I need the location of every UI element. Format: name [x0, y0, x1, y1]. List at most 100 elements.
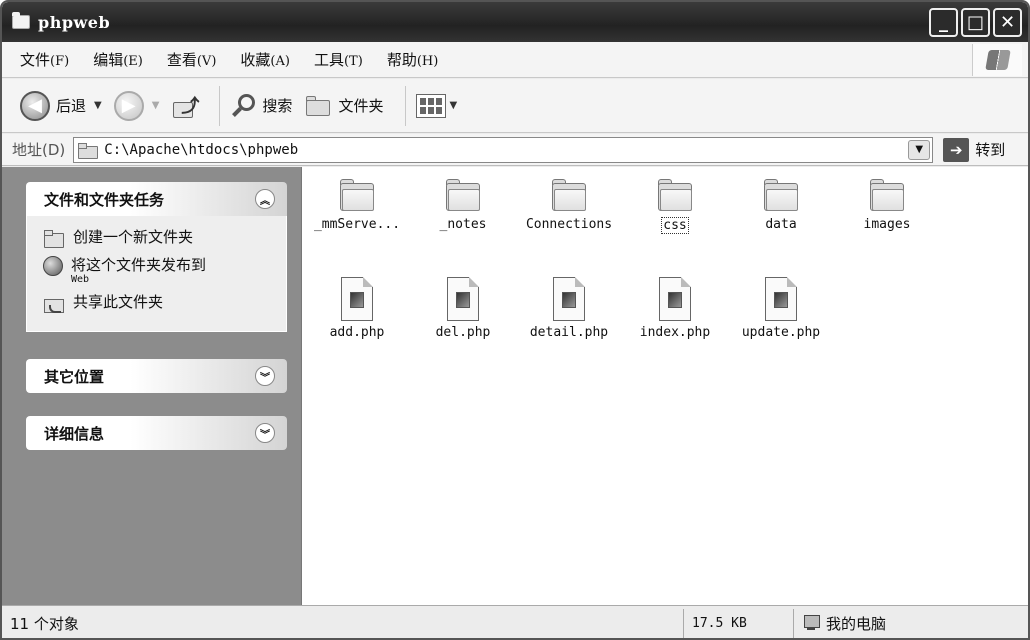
task-sub-label: Web	[71, 274, 90, 285]
address-input[interactable]: C:\Apache\htdocs\phpweb ▼	[73, 136, 934, 163]
status-count: 11 个对象	[2, 608, 684, 638]
toolbar-separator	[219, 85, 221, 126]
file-item[interactable]: _mmServe...	[304, 179, 410, 232]
folder-up-icon: ⤴	[171, 92, 199, 120]
new-folder-icon	[43, 228, 65, 248]
file-name: index.php	[639, 325, 711, 340]
panel-title: 其它位置	[44, 367, 105, 386]
folder-icon	[656, 179, 694, 213]
views-icon	[416, 93, 447, 118]
go-label: 转到	[975, 141, 1006, 159]
panel-body: 创建一个新文件夹 将这个文件夹发布到 Web 共享此文件夹	[26, 216, 287, 332]
up-button[interactable]: ⤴	[171, 92, 199, 120]
status-bar: 11 个对象 17.5 KB 我的电脑	[2, 605, 1028, 638]
window-title: phpweb	[38, 12, 111, 32]
address-dropdown-icon[interactable]: ▼	[908, 139, 931, 160]
folder-icon	[12, 12, 30, 29]
address-label: 地址(D)	[12, 141, 66, 159]
file-name: data	[765, 217, 797, 232]
address-path: C:\Apache\htdocs\phpweb	[104, 141, 299, 158]
expand-chevron-icon[interactable]: ︾	[255, 423, 275, 443]
folder-icon	[444, 179, 482, 213]
search-button[interactable]: 搜索	[230, 92, 292, 120]
other-places-panel: 其它位置 ︾	[26, 359, 287, 393]
task-new-folder[interactable]: 创建一个新文件夹	[43, 226, 286, 248]
file-item[interactable]: del.php	[410, 277, 516, 340]
status-size: 17.5 KB	[684, 608, 794, 638]
file-item[interactable]: data	[728, 179, 834, 232]
php-file-icon	[659, 277, 691, 321]
menu-edit[interactable]: 编辑(E)	[93, 49, 143, 70]
folder-icon	[550, 179, 588, 213]
file-item[interactable]: add.php	[304, 277, 410, 340]
file-item[interactable]: _notes	[410, 179, 516, 232]
back-dropdown-icon[interactable]: ▼	[94, 100, 102, 111]
file-item[interactable]: css	[622, 179, 728, 234]
folders-icon	[304, 94, 332, 118]
menu-favorites[interactable]: 收藏(A)	[240, 49, 290, 70]
file-name: images	[863, 217, 911, 232]
task-share-folder[interactable]: 共享此文件夹	[43, 291, 286, 313]
forward-dropdown-icon[interactable]: ▼	[152, 100, 160, 111]
php-file-icon	[341, 277, 373, 321]
toolbar-separator	[405, 85, 407, 126]
panel-title: 详细信息	[44, 424, 105, 443]
folder-icon	[868, 179, 906, 213]
maximize-button[interactable]: □	[961, 8, 990, 37]
go-arrow-icon: ➔	[943, 137, 970, 162]
back-button[interactable]: ◀ 后退 ▼	[20, 90, 102, 121]
title-bar[interactable]: phpweb _ □ ✕	[2, 2, 1028, 42]
details-panel: 详细信息 ︾	[26, 416, 287, 450]
file-name: detail.php	[529, 325, 609, 340]
minimize-button[interactable]: _	[929, 8, 958, 37]
go-button[interactable]: ➔ 转到	[943, 137, 1006, 162]
file-name: css	[661, 217, 689, 234]
php-file-icon	[447, 277, 479, 321]
menu-help[interactable]: 帮助(H)	[387, 49, 439, 70]
share-folder-icon	[43, 293, 65, 313]
file-item[interactable]: detail.php	[516, 277, 622, 340]
panel-header[interactable]: 详细信息 ︾	[26, 416, 287, 450]
views-button[interactable]: ▼	[416, 93, 458, 118]
globe-icon	[43, 256, 63, 276]
file-name: _notes	[439, 217, 487, 232]
search-label: 搜索	[262, 97, 293, 115]
main-area: 文件和文件夹任务 ︽ 创建一个新文件夹 将这个文件夹发布到Web 共享此文件夹	[2, 167, 1028, 605]
file-item[interactable]: Connections	[516, 179, 622, 232]
folder-icon	[762, 179, 800, 213]
file-item[interactable]: update.php	[728, 277, 834, 340]
panel-header[interactable]: 其它位置 ︾	[26, 359, 287, 393]
panel-title: 文件和文件夹任务	[44, 190, 165, 209]
task-label: 共享此文件夹	[73, 293, 164, 311]
forward-arrow-icon: ▶	[113, 90, 144, 121]
expand-chevron-icon[interactable]: ︾	[255, 366, 275, 386]
explorer-window: phpweb _ □ ✕ 文件(F) 编辑(E) 查看(V) 收藏(A) 工具(…	[0, 0, 1030, 640]
menu-tools[interactable]: 工具(T)	[314, 49, 363, 70]
file-item[interactable]: index.php	[622, 277, 728, 340]
panel-header[interactable]: 文件和文件夹任务 ︽	[26, 182, 287, 216]
file-name: _mmServe...	[313, 217, 401, 232]
address-bar: 地址(D) C:\Apache\htdocs\phpweb ▼ ➔ 转到	[2, 134, 1028, 166]
php-file-icon	[553, 277, 585, 321]
task-publish-web[interactable]: 将这个文件夹发布到 Web	[43, 254, 286, 285]
file-list: _mmServe... _notes Connections css data …	[304, 167, 1028, 605]
menu-file[interactable]: 文件(F)	[20, 49, 69, 70]
task-label: 将这个文件夹发布到	[71, 256, 207, 274]
close-button[interactable]: ✕	[993, 8, 1022, 37]
views-dropdown-icon: ▼	[449, 100, 458, 111]
my-computer-icon	[802, 614, 820, 632]
folders-button[interactable]: 文件夹	[304, 94, 383, 118]
back-arrow-icon: ◀	[20, 90, 50, 121]
menu-view[interactable]: 查看(V)	[167, 49, 217, 70]
collapse-chevron-icon[interactable]: ︽	[255, 189, 275, 209]
folders-label: 文件夹	[338, 97, 384, 115]
file-item[interactable]: images	[834, 179, 940, 232]
windows-logo	[972, 44, 1022, 76]
back-label: 后退	[56, 97, 87, 115]
toolbar: ◀ 后退 ▼ ▶ ▼ ⤴ 搜索 文件夹 ▼	[2, 79, 1028, 133]
folder-icon	[78, 142, 99, 159]
search-icon	[230, 92, 258, 120]
forward-button[interactable]: ▶ ▼	[113, 90, 160, 121]
folder-icon	[338, 179, 376, 213]
file-name: update.php	[741, 325, 821, 340]
